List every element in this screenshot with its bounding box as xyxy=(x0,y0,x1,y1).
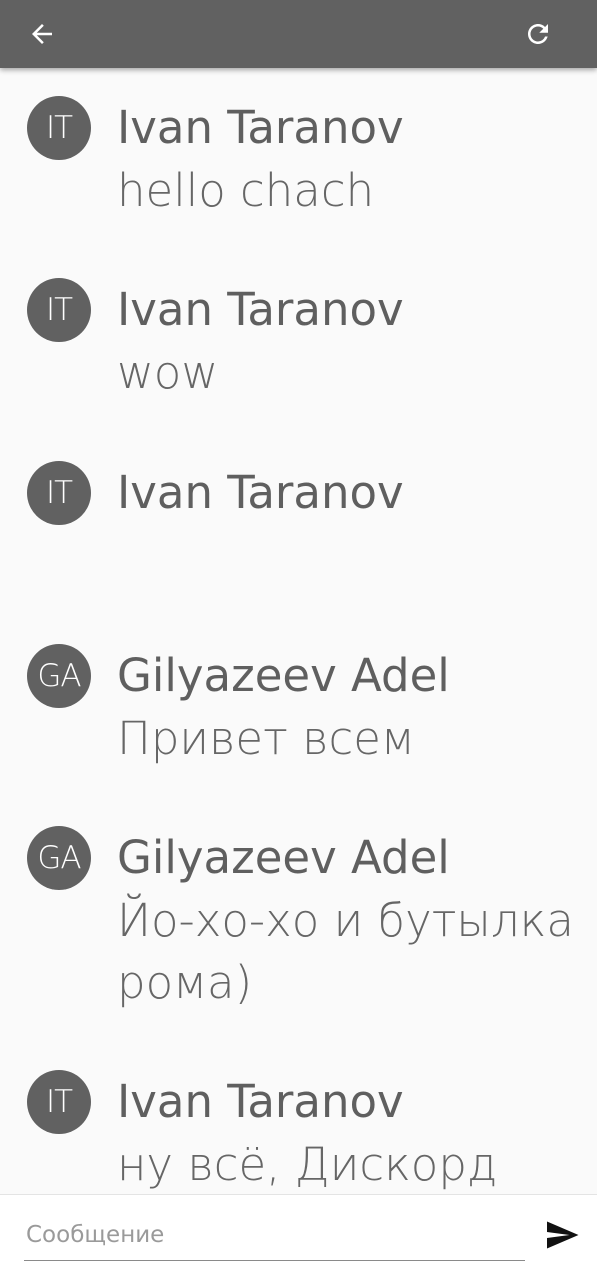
message-text: hello chach xyxy=(117,164,375,217)
avatar: IT xyxy=(27,96,91,160)
app-bar xyxy=(0,0,597,68)
message-text: Привет всем xyxy=(117,712,415,765)
message-list[interactable]: IT Ivan Taranov hello chach IT Ivan Tara… xyxy=(0,68,597,1194)
avatar: IT xyxy=(27,461,91,525)
message-author: Gilyazeev Adel xyxy=(117,649,450,702)
avatar: GA xyxy=(27,644,91,708)
send-button[interactable] xyxy=(540,1213,584,1257)
message-text: ну всё, Дискорд xyxy=(117,1138,498,1191)
refresh-icon xyxy=(528,24,548,44)
arrow-left-icon xyxy=(32,24,52,44)
back-button[interactable] xyxy=(20,12,64,56)
send-icon xyxy=(547,1221,579,1249)
message-composer xyxy=(0,1194,597,1280)
message-author: Ivan Taranov xyxy=(117,466,404,519)
message-author: Ivan Taranov xyxy=(117,1075,404,1128)
message-author: Ivan Taranov xyxy=(117,283,404,336)
refresh-button[interactable] xyxy=(516,12,560,56)
avatar: GA xyxy=(27,826,91,890)
message-author: Gilyazeev Adel xyxy=(117,831,450,884)
message-text: Йо-хо-хо и бутылка рома) xyxy=(117,894,574,1009)
avatar: IT xyxy=(27,1070,91,1134)
message-author: Ivan Taranov xyxy=(117,101,404,154)
message-text: wow xyxy=(117,346,219,399)
avatar: IT xyxy=(27,278,91,342)
message-input[interactable] xyxy=(24,1209,525,1261)
